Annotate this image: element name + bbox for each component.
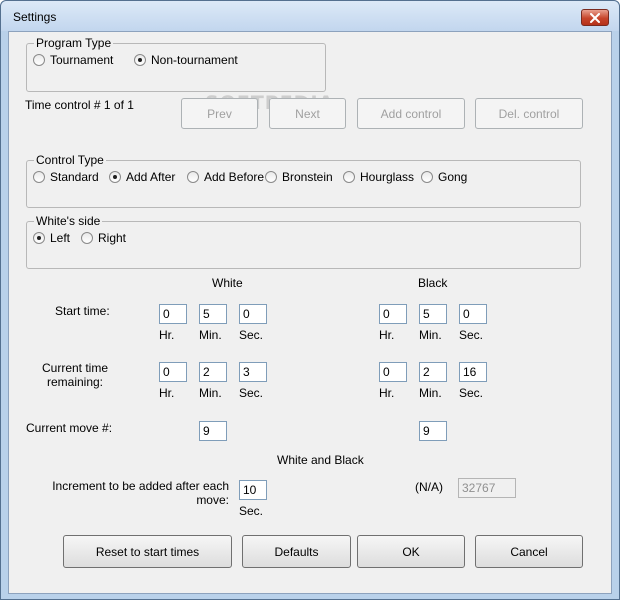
white-current-hr-unit: Hr. xyxy=(159,386,175,400)
black-current-hr-unit: Hr. xyxy=(379,386,395,400)
radio-add-after[interactable]: Add After xyxy=(109,170,175,184)
na-label: (N/A) xyxy=(415,480,443,494)
white-current-min-unit: Min. xyxy=(199,386,222,400)
white-current-hr-field[interactable] xyxy=(159,362,187,382)
radio-bronstein-indicator xyxy=(265,171,277,183)
radio-hourglass-indicator xyxy=(343,171,355,183)
increment-field[interactable] xyxy=(239,480,267,500)
whites-side-group: White's side Left Right xyxy=(26,214,581,269)
control-type-group: Control Type Standard Add After Add Befo… xyxy=(26,153,581,208)
black-current-min-unit: Min. xyxy=(419,386,442,400)
black-start-hr-field[interactable] xyxy=(379,304,407,324)
black-move-field[interactable] xyxy=(419,421,447,441)
white-start-min-field[interactable] xyxy=(199,304,227,324)
del-control-button[interactable]: Del. control xyxy=(475,98,583,129)
radio-standard-label: Standard xyxy=(50,170,99,184)
radio-gong[interactable]: Gong xyxy=(421,170,467,184)
increment-unit: Sec. xyxy=(239,504,264,518)
radio-non-tournament[interactable]: Non-tournament xyxy=(134,53,238,67)
white-start-min-unit: Min. xyxy=(199,328,222,342)
radio-non-tournament-label: Non-tournament xyxy=(151,53,238,67)
white-current-min-field[interactable] xyxy=(199,362,227,382)
radio-standard[interactable]: Standard xyxy=(33,170,99,184)
defaults-button[interactable]: Defaults xyxy=(242,535,351,568)
control-type-legend: Control Type xyxy=(34,153,106,167)
radio-non-tournament-indicator xyxy=(134,54,146,66)
current-time-label: Current time remaining: xyxy=(41,361,109,389)
white-header: White xyxy=(212,276,243,290)
radio-standard-indicator xyxy=(33,171,45,183)
reset-button[interactable]: Reset to start times xyxy=(63,535,232,568)
time-control-label: Time control # 1 of 1 xyxy=(25,98,134,112)
current-move-label: Current move #: xyxy=(26,421,113,435)
radio-add-before-label: Add Before xyxy=(204,170,265,184)
radio-right[interactable]: Right xyxy=(81,231,126,245)
radio-right-label: Right xyxy=(98,231,127,245)
white-start-hr-field[interactable] xyxy=(159,304,187,324)
white-start-hr-unit: Hr. xyxy=(159,328,175,342)
cancel-button[interactable]: Cancel xyxy=(475,535,583,568)
black-current-hr-field[interactable] xyxy=(379,362,407,382)
black-header: Black xyxy=(418,276,448,290)
na-field xyxy=(458,478,516,498)
prev-button[interactable]: Prev xyxy=(181,98,258,129)
add-control-button[interactable]: Add control xyxy=(357,98,465,129)
radio-add-before-indicator xyxy=(187,171,199,183)
white-start-sec-field[interactable] xyxy=(239,304,267,324)
radio-left-indicator xyxy=(33,232,45,244)
radio-add-after-label: Add After xyxy=(126,170,176,184)
radio-add-before[interactable]: Add Before xyxy=(187,170,264,184)
white-move-field[interactable] xyxy=(199,421,227,441)
close-button[interactable] xyxy=(581,9,609,26)
radio-bronstein-label: Bronstein xyxy=(282,170,333,184)
window-title: Settings xyxy=(13,10,57,24)
radio-left[interactable]: Left xyxy=(33,231,70,245)
close-icon xyxy=(590,12,600,23)
radio-bronstein[interactable]: Bronstein xyxy=(265,170,333,184)
white-start-sec-unit: Sec. xyxy=(239,328,264,342)
program-type-legend: Program Type xyxy=(34,36,114,50)
radio-gong-indicator xyxy=(421,171,433,183)
title-bar[interactable]: Settings xyxy=(1,1,619,31)
radio-tournament-label: Tournament xyxy=(50,53,114,67)
radio-hourglass[interactable]: Hourglass xyxy=(343,170,414,184)
white-and-black-header: White and Black xyxy=(277,453,364,467)
black-start-min-unit: Min. xyxy=(419,328,442,342)
black-current-sec-unit: Sec. xyxy=(459,386,484,400)
dialog-client-area: Program Type Tournament Non-tournament T… xyxy=(8,31,612,594)
program-type-group: Program Type Tournament Non-tournament xyxy=(26,36,326,92)
settings-window: Settings Program Type Tournament Non-tou… xyxy=(0,0,620,600)
black-start-sec-unit: Sec. xyxy=(459,328,484,342)
black-start-sec-field[interactable] xyxy=(459,304,487,324)
radio-right-indicator xyxy=(81,232,93,244)
radio-hourglass-label: Hourglass xyxy=(360,170,415,184)
black-current-min-field[interactable] xyxy=(419,362,447,382)
black-start-hr-unit: Hr. xyxy=(379,328,395,342)
whites-side-legend: White's side xyxy=(34,214,103,228)
ok-button[interactable]: OK xyxy=(357,535,465,568)
next-button[interactable]: Next xyxy=(269,98,346,129)
radio-left-label: Left xyxy=(50,231,71,245)
white-current-sec-field[interactable] xyxy=(239,362,267,382)
radio-add-after-indicator xyxy=(109,171,121,183)
radio-tournament[interactable]: Tournament xyxy=(33,53,113,67)
white-current-sec-unit: Sec. xyxy=(239,386,264,400)
radio-tournament-indicator xyxy=(33,54,45,66)
increment-label: Increment to be added after each move: xyxy=(52,479,229,507)
start-time-label: Start time: xyxy=(55,304,110,318)
radio-gong-label: Gong xyxy=(438,170,468,184)
black-start-min-field[interactable] xyxy=(419,304,447,324)
black-current-sec-field[interactable] xyxy=(459,362,487,382)
